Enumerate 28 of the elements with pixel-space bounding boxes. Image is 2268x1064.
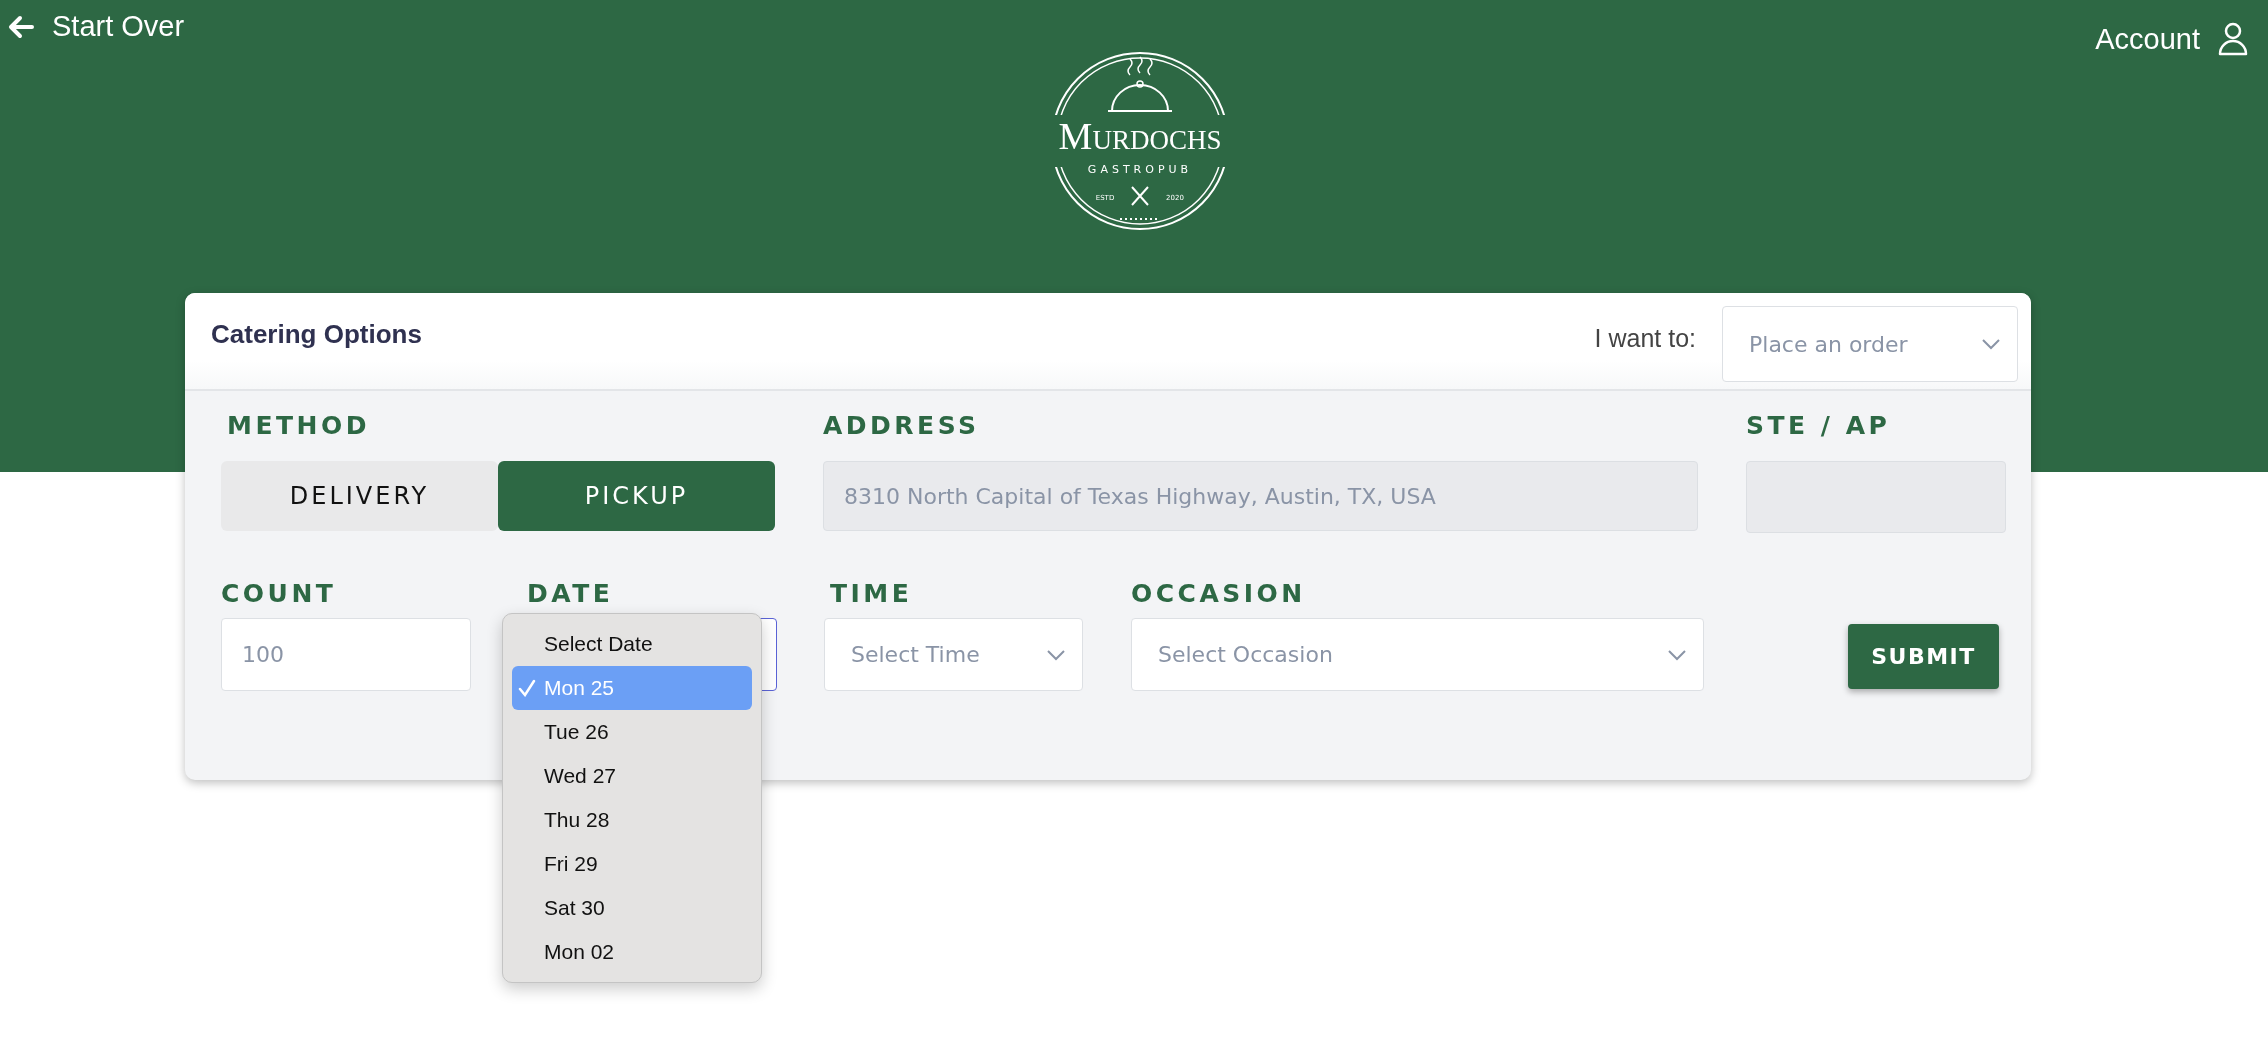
date-option[interactable]: Thu 28	[512, 798, 752, 842]
back-arrow-icon	[8, 14, 34, 39]
suite-label: STE / AP	[1746, 411, 1892, 441]
chevron-down-icon	[1981, 338, 2001, 350]
date-option[interactable]: Sat 30	[512, 886, 752, 930]
address-label: ADDRESS	[823, 411, 981, 441]
method-option[interactable]: DELIVERY	[221, 461, 498, 531]
chevron-down-icon	[1046, 648, 1066, 661]
date-option[interactable]: Wed 27	[512, 754, 752, 798]
date-option[interactable]: Mon 02	[512, 930, 752, 974]
count-field[interactable]: 100	[221, 618, 471, 691]
checkmark-icon	[518, 679, 536, 697]
time-label: TIME	[829, 579, 914, 609]
submit-button[interactable]: SUBMIT	[1848, 624, 1999, 689]
date-option[interactable]: Select Date	[512, 622, 752, 666]
chevron-down-icon	[1667, 648, 1687, 661]
method-label: METHOD	[226, 411, 371, 441]
date-option[interactable]: Tue 26	[512, 710, 752, 754]
intent-label: I want to:	[1594, 324, 1696, 353]
date-label: DATE	[526, 579, 615, 609]
count-label: COUNT	[221, 579, 338, 609]
account-link[interactable]: Account	[2095, 22, 2248, 56]
method-option[interactable]: PICKUP	[498, 461, 775, 531]
start-over-link[interactable]: Start Over	[8, 10, 185, 43]
date-option[interactable]: Fri 29	[512, 842, 752, 886]
user-icon	[2218, 22, 2248, 56]
card-title: Catering Options	[211, 319, 422, 350]
occasion-label: OCCASION	[1131, 579, 1307, 609]
